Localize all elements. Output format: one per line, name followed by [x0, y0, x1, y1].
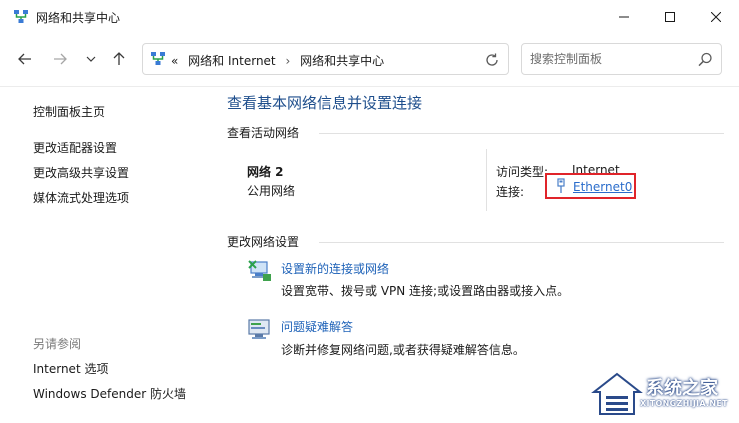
- troubleshoot-link[interactable]: 问题疑难解答: [281, 318, 353, 335]
- section-divider: [319, 133, 724, 134]
- arrow-right-icon: [54, 53, 67, 65]
- connections-label: 连接:: [496, 185, 525, 199]
- watermark-brand: 系统之家: [646, 378, 718, 399]
- chevron-down-icon: [86, 56, 96, 62]
- up-button[interactable]: [108, 48, 130, 70]
- breadcrumb: « 网络和 Internet › 网络和共享中心: [171, 52, 390, 69]
- forward-button[interactable]: [49, 48, 71, 70]
- close-button[interactable]: [693, 0, 739, 34]
- sidebar-change-adapter-link[interactable]: 更改适配器设置: [33, 139, 117, 156]
- sidebar-advanced-sharing-link[interactable]: 更改高级共享设置: [33, 164, 129, 181]
- maximize-button[interactable]: [647, 0, 693, 34]
- refresh-icon[interactable]: [484, 52, 500, 68]
- active-networks-title: 查看活动网络: [227, 126, 300, 140]
- search-icon[interactable]: [698, 52, 713, 67]
- maximize-icon: [665, 12, 675, 22]
- window-title: 网络和共享中心: [36, 11, 121, 25]
- new-connection-icon: [248, 260, 271, 281]
- see-also-title: 另请参阅: [33, 337, 82, 351]
- sidebar: 控制面板主页 更改适配器设置 更改高级共享设置 媒体流式处理选项 另请参阅 In…: [0, 87, 210, 423]
- ethernet0-link[interactable]: Ethernet0: [573, 180, 632, 194]
- house-logo-icon: [591, 372, 643, 415]
- breadcrumb-network-internet[interactable]: 网络和 Internet: [188, 54, 275, 68]
- sidebar-media-streaming-link[interactable]: 媒体流式处理选项: [33, 189, 129, 206]
- setup-connection-description: 设置宽带、拨号或 VPN 连接;或设置路由器或接入点。: [281, 284, 570, 298]
- page-title: 查看基本网络信息并设置连接: [227, 94, 423, 112]
- breadcrumb-overflow[interactable]: «: [171, 54, 178, 68]
- setup-connection-link[interactable]: 设置新的连接或网络: [281, 260, 389, 277]
- recent-locations-button[interactable]: [80, 48, 102, 70]
- title-bar: 网络和共享中心: [0, 0, 739, 34]
- vertical-divider: [486, 149, 487, 211]
- ethernet-icon: [557, 178, 565, 193]
- access-type-label: 访问类型:: [496, 165, 549, 179]
- arrow-left-icon: [18, 53, 31, 65]
- network-category-link[interactable]: 公用网络: [247, 182, 295, 199]
- search-box[interactable]: [521, 43, 722, 75]
- network-name: 网络 2: [247, 165, 284, 179]
- breadcrumb-sharing-center[interactable]: 网络和共享中心: [300, 54, 384, 68]
- network-center-icon: [14, 10, 28, 23]
- internet-options-link[interactable]: Internet 选项: [33, 360, 108, 377]
- back-button[interactable]: [14, 48, 36, 70]
- highlight-box: Ethernet0: [545, 173, 636, 199]
- address-bar[interactable]: « 网络和 Internet › 网络和共享中心: [142, 43, 509, 75]
- minimize-button[interactable]: [601, 0, 647, 34]
- minimize-icon: [619, 16, 629, 18]
- navigation-bar: « 网络和 Internet › 网络和共享中心: [0, 34, 739, 87]
- breadcrumb-separator[interactable]: ›: [285, 54, 290, 68]
- network-center-icon: [151, 52, 165, 65]
- arrow-up-icon: [113, 52, 125, 65]
- troubleshoot-icon: [248, 319, 270, 339]
- troubleshoot-description: 诊断并修复网络问题,或者获得疑难解答信息。: [281, 343, 525, 357]
- sidebar-home-link[interactable]: 控制面板主页: [33, 103, 105, 120]
- watermark-url: XITONGZHIJIA.NET: [640, 399, 728, 408]
- change-settings-title: 更改网络设置: [227, 235, 300, 249]
- section-divider: [319, 242, 724, 243]
- firewall-link[interactable]: Windows Defender 防火墙: [33, 385, 186, 402]
- close-icon: [711, 12, 721, 22]
- watermark: 系统之家 XITONGZHIJIA.NET: [590, 368, 739, 423]
- search-input[interactable]: [530, 51, 690, 67]
